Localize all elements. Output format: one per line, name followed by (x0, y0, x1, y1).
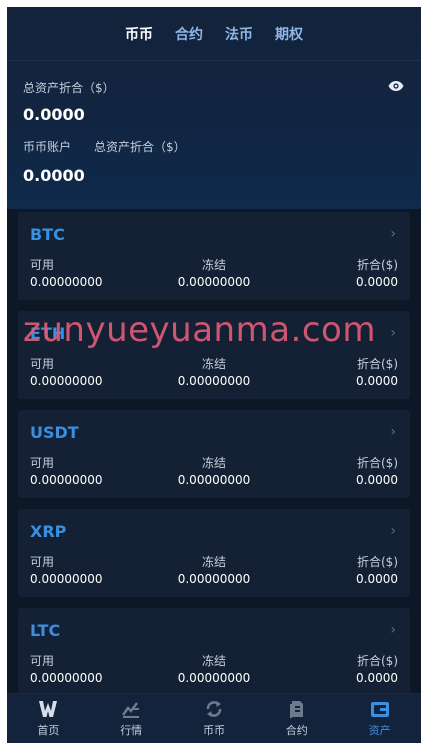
coin-name: USDT (30, 423, 79, 442)
converted-value: 0.0000 (356, 572, 398, 586)
coin-card-ltc[interactable]: LTC › 可用 冻结 折合($) 0.00000000 0.00000000 … (18, 608, 410, 696)
coin-name: XRP (30, 522, 67, 541)
converted-label: 折合($) (357, 654, 398, 668)
nav-label: 资产 (368, 724, 391, 737)
chevron-right-icon: › (390, 622, 396, 638)
watermark-text: zunyueyuanma.com (23, 310, 376, 350)
converted-value: 0.0000 (356, 473, 398, 487)
app-frame: 币币 合约 法币 期权 总资产折合（$） 0.0000 币币账户 总资产折合（$… (7, 7, 421, 743)
coin-card-usdt[interactable]: USDT › 可用 冻结 折合($) 0.00000000 0.00000000… (18, 410, 410, 498)
nav-contract[interactable]: 合约 (255, 694, 338, 743)
converted-label: 折合($) (357, 456, 398, 470)
total-assets-label: 总资产折合（$） (23, 81, 115, 95)
chevron-right-icon: › (390, 226, 396, 242)
frozen-value: 0.00000000 (177, 473, 251, 487)
chevron-right-icon: › (390, 424, 396, 440)
tab-contract[interactable]: 合约 (175, 24, 203, 44)
frozen-value: 0.00000000 (177, 275, 251, 289)
frozen-value: 0.00000000 (177, 374, 251, 388)
coin-card-xrp[interactable]: XRP › 可用 冻结 折合($) 0.00000000 0.00000000 … (18, 509, 410, 597)
converted-label: 折合($) (357, 357, 398, 371)
nav-market[interactable]: 行情 (90, 694, 173, 743)
frozen-label: 冻结 (201, 654, 226, 668)
frozen-label: 冻结 (201, 555, 226, 569)
frozen-label: 冻结 (201, 258, 226, 272)
converted-value: 0.0000 (356, 671, 398, 685)
converted-value: 0.0000 (356, 374, 398, 388)
tab-options[interactable]: 期权 (275, 24, 303, 44)
converted-value: 0.0000 (356, 275, 398, 289)
contract-icon (289, 701, 303, 718)
account-tabs: 币币 合约 法币 期权 (7, 7, 421, 61)
converted-label: 折合($) (357, 555, 398, 569)
frozen-label: 冻结 (201, 456, 226, 470)
account-label: 币币账户 (23, 140, 72, 154)
market-icon (122, 702, 140, 718)
frozen-value: 0.00000000 (177, 671, 251, 685)
home-logo-icon (39, 701, 58, 717)
nav-label: 首页 (37, 724, 60, 737)
exchange-icon (206, 701, 222, 717)
coin-card-btc[interactable]: BTC › 可用 冻结 折合($) 0.00000000 0.00000000 … (18, 212, 410, 300)
eye-icon[interactable] (388, 80, 404, 92)
coin-name: BTC (30, 225, 65, 244)
nav-label: 币币 (202, 724, 225, 737)
chevron-right-icon: › (390, 523, 396, 539)
chevron-right-icon: › (390, 325, 396, 341)
nav-label: 行情 (120, 724, 143, 737)
tab-spot[interactable]: 币币 (125, 24, 153, 44)
frozen-label: 冻结 (201, 357, 226, 371)
account-total-label: 总资产折合（$） (94, 140, 186, 154)
header-panel: 币币 合约 法币 期权 总资产折合（$） 0.0000 币币账户 总资产折合（$… (7, 7, 421, 209)
tab-fiat[interactable]: 法币 (225, 24, 253, 44)
nav-exchange[interactable]: 币币 (173, 694, 256, 743)
total-assets-value: 0.0000 (23, 105, 85, 124)
converted-label: 折合($) (357, 258, 398, 272)
frozen-value: 0.00000000 (177, 572, 251, 586)
wallet-icon (370, 702, 389, 717)
nav-assets[interactable]: 资产 (338, 694, 421, 743)
bottom-nav: 首页 行情 币币 合约 资产 (7, 693, 421, 743)
coin-name: LTC (30, 621, 61, 640)
account-total-value: 0.0000 (23, 166, 85, 185)
nav-home[interactable]: 首页 (7, 694, 90, 743)
nav-label: 合约 (285, 724, 308, 737)
